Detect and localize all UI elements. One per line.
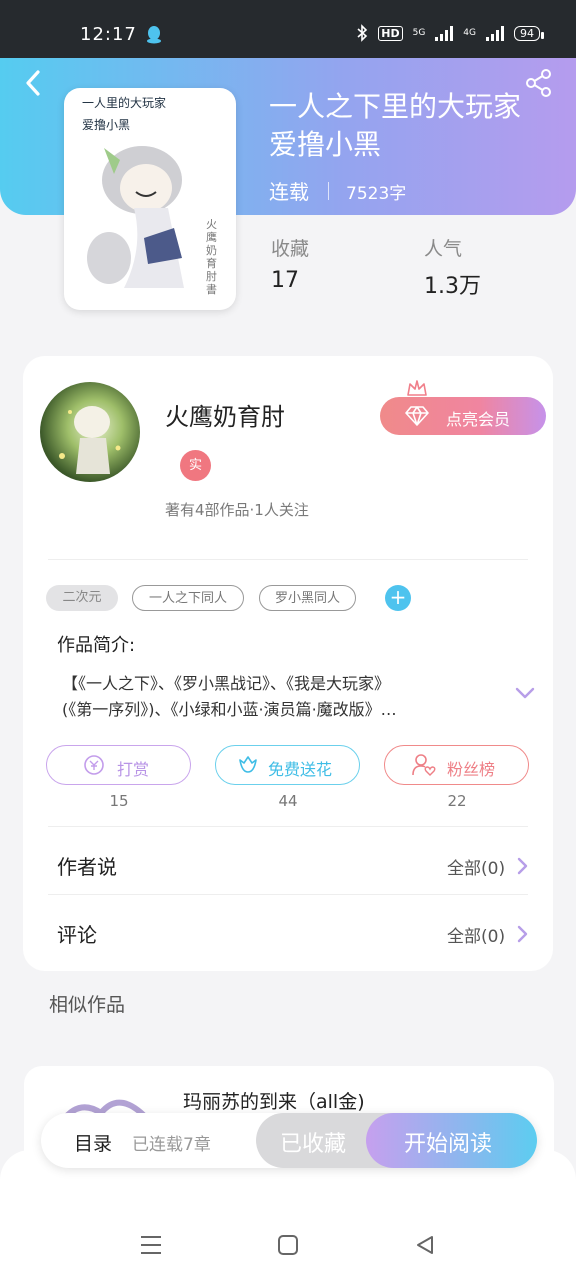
fan-rank-label: 粉丝榜 (447, 760, 496, 779)
divider (48, 894, 528, 895)
fan-count: 22 (447, 792, 467, 810)
status-bar: 12:17 HD 5G 4G 94 (0, 0, 576, 58)
diamond-icon (405, 406, 429, 426)
hd-badge: HD (378, 25, 403, 41)
similar-works-title: 相似作品 (49, 994, 126, 1016)
signal-icon-2 (486, 25, 504, 41)
chevron-right-icon (517, 925, 528, 943)
status-icons: HD 5G 4G 94 (356, 24, 544, 42)
send-flower-button[interactable]: 免费送花 (215, 745, 360, 785)
author-meta: 著有4部作品·1人关注 (165, 501, 309, 519)
cover-vertical-text: 火鹰奶育肘書 (206, 218, 217, 296)
toc-button[interactable]: 目录 (74, 1129, 112, 1156)
start-reading-label: 开始阅读 (404, 1132, 493, 1157)
qq-icon (147, 26, 161, 44)
collected-label: 已收藏 (280, 1132, 347, 1157)
author-name[interactable]: 火鹰奶育肘 (165, 397, 285, 432)
similar-work-title: 玛丽苏的到来（all金) (183, 1091, 365, 1113)
chevron-down-icon[interactable] (515, 686, 535, 700)
status-time: 12:17 (80, 24, 137, 45)
network-4g: 4G (463, 28, 476, 38)
author-says-all[interactable]: 全部(0) (447, 854, 505, 879)
popularity-value: 1.3万 (424, 274, 481, 299)
collect-value: 17 (271, 268, 299, 293)
book-title: 一人之下里的大玩家爱撸小黑 (269, 90, 522, 161)
tip-count: 15 (109, 792, 129, 810)
tag-yiren[interactable]: 一人之下同人 (132, 585, 244, 611)
comments-all[interactable]: 全部(0) (447, 922, 505, 947)
word-count: 7523字 (346, 184, 407, 204)
tip-label: 打赏 (117, 760, 150, 779)
divider (48, 559, 528, 560)
back-nav-icon[interactable] (414, 1234, 436, 1256)
intro-title: 作品简介: (57, 635, 136, 656)
tag-luoxiaohei[interactable]: 罗小黑同人 (259, 585, 356, 611)
book-cover[interactable]: 一人里的大玩家 爱撸小黑 火鹰奶育肘書 (64, 88, 236, 310)
vip-button-label: 点亮会员 (446, 410, 511, 429)
bluetooth-icon (357, 24, 368, 42)
avatar-illustration (59, 406, 121, 474)
fan-rank-button[interactable]: 粉丝榜 (384, 745, 529, 785)
home-icon[interactable] (277, 1234, 299, 1256)
coin-icon (84, 755, 104, 775)
start-reading-button[interactable]: 开始阅读 (366, 1113, 537, 1168)
divider (48, 826, 528, 827)
chapter-count: 已连载7章 (132, 1135, 211, 1155)
back-arrow-icon[interactable] (22, 68, 46, 98)
tip-button[interactable]: 打赏 (46, 745, 191, 785)
crown-icon (407, 380, 427, 396)
flower-count: 44 (278, 792, 298, 810)
flower-icon (239, 756, 257, 773)
battery-icon: 94 (514, 25, 544, 41)
signal-icon (435, 25, 454, 41)
network-5g: 5G (412, 28, 426, 38)
menu-icon[interactable] (139, 1234, 163, 1256)
popularity-label: 人气 (424, 238, 463, 260)
intro-line-1: 【《一人之下》、《罗小黑战记》、《我是大玩家》 (62, 674, 391, 693)
send-flower-label: 免费送花 (268, 760, 333, 779)
book-status: 连载 (269, 180, 309, 204)
user-heart-icon (412, 754, 436, 776)
add-tag-button[interactable]: + (385, 585, 411, 611)
intro-text: 【《一人之下》、《罗小黑战记》、《我是大玩家》 (《第一序列》)、《小绿和小蓝·… (62, 671, 497, 723)
comments-title: 评论 (57, 923, 97, 947)
tag-anime[interactable]: 二次元 (46, 585, 118, 611)
status-divider (328, 182, 329, 200)
author-avatar[interactable] (40, 382, 140, 482)
collect-label: 收藏 (271, 238, 310, 260)
author-says-title: 作者说 (57, 855, 117, 879)
system-nav-bar (0, 1210, 576, 1280)
intro-line-2: (《第一序列》)、《小绿和小蓝·演员篇·魔改版》… (62, 700, 397, 719)
verified-badge: 实 (180, 450, 211, 481)
chevron-right-icon (517, 857, 528, 875)
